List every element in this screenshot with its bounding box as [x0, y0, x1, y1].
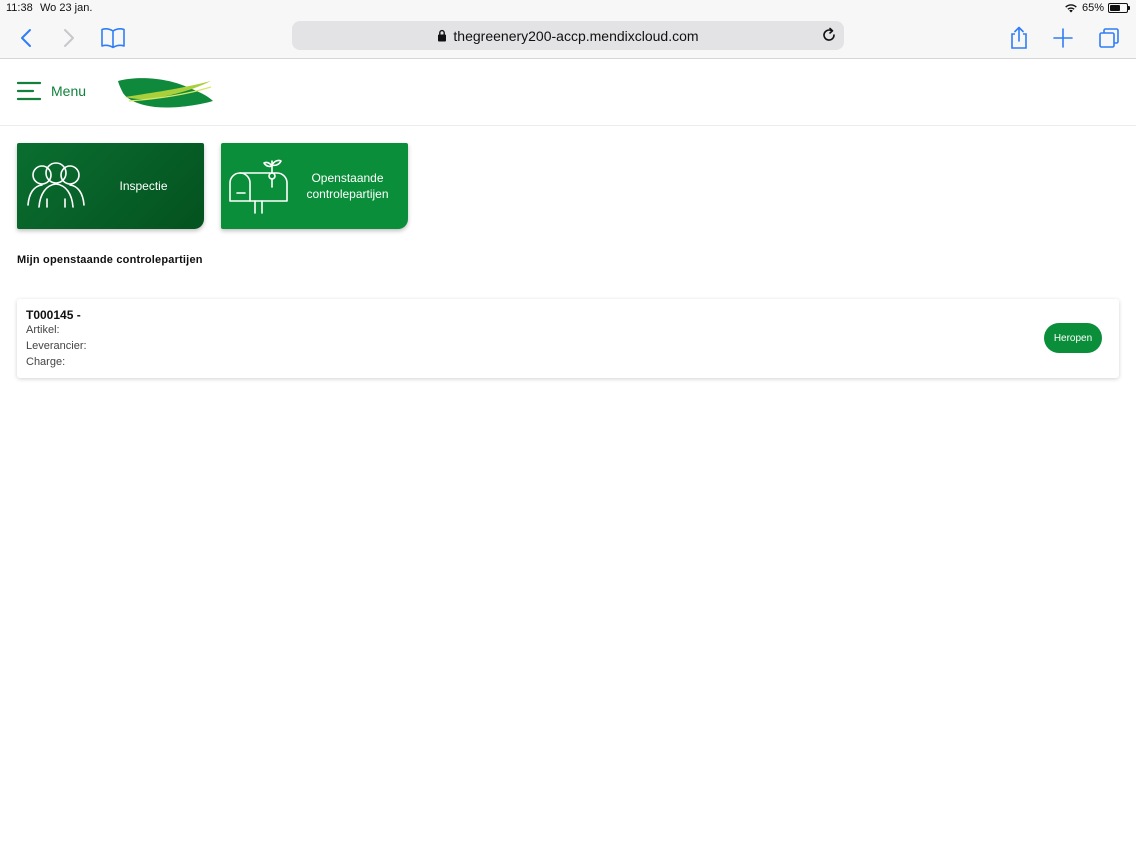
status-right: 65% — [1064, 2, 1130, 14]
batch-id: T000145 - — [26, 308, 81, 322]
list-item: T000145 - Artikel: Leverancier: Charge: … — [17, 299, 1119, 378]
status-bar: 11:38 Wo 23 jan. 65% — [0, 0, 1136, 18]
share-icon[interactable] — [1005, 24, 1033, 52]
url-text: thegreenery200-accp.mendixcloud.com — [453, 27, 699, 44]
tile-openstaande-controlepartijen[interactable]: Openstaande controlepartijen — [221, 143, 408, 229]
bookmarks-icon[interactable] — [99, 24, 127, 52]
status-date: Wo 23 jan. — [40, 2, 93, 14]
lock-icon — [438, 29, 447, 42]
tile-label: Openstaande controlepartijen — [306, 171, 389, 201]
hamburger-icon — [17, 81, 41, 101]
tile-inspectie[interactable]: Inspectie — [17, 143, 204, 229]
people-icon — [27, 162, 85, 208]
browser-toolbar: thegreenery200-accp.mendixcloud.com — [0, 18, 1136, 59]
add-tab-icon[interactable] — [1049, 24, 1077, 52]
tile-label: Inspectie — [119, 179, 168, 193]
charge-label: Charge: — [26, 356, 66, 368]
reload-icon[interactable] — [820, 26, 838, 44]
menu-label: Menu — [51, 83, 87, 99]
battery-icon — [1108, 3, 1130, 13]
status-time: 11:38 — [6, 2, 33, 14]
wifi-icon — [1065, 4, 1077, 13]
greenery-logo — [118, 78, 213, 108]
back-icon[interactable] — [12, 24, 40, 52]
mailbox-icon — [229, 159, 288, 214]
section-title: Mijn openstaande controlepartijen — [17, 254, 203, 266]
app-header: Menu — [0, 59, 1136, 126]
tabs-icon[interactable] — [1095, 24, 1123, 52]
address-bar[interactable]: thegreenery200-accp.mendixcloud.com — [292, 21, 844, 50]
artikel-label: Artikel: — [26, 324, 60, 336]
heropen-button[interactable]: Heropen — [1044, 323, 1102, 353]
forward-icon[interactable] — [55, 24, 83, 52]
leverancier-label: Leverancier: — [26, 340, 87, 352]
battery-fill — [1110, 5, 1121, 11]
menu-button[interactable]: Menu — [17, 81, 86, 101]
battery-percent: 65% — [1081, 2, 1104, 14]
